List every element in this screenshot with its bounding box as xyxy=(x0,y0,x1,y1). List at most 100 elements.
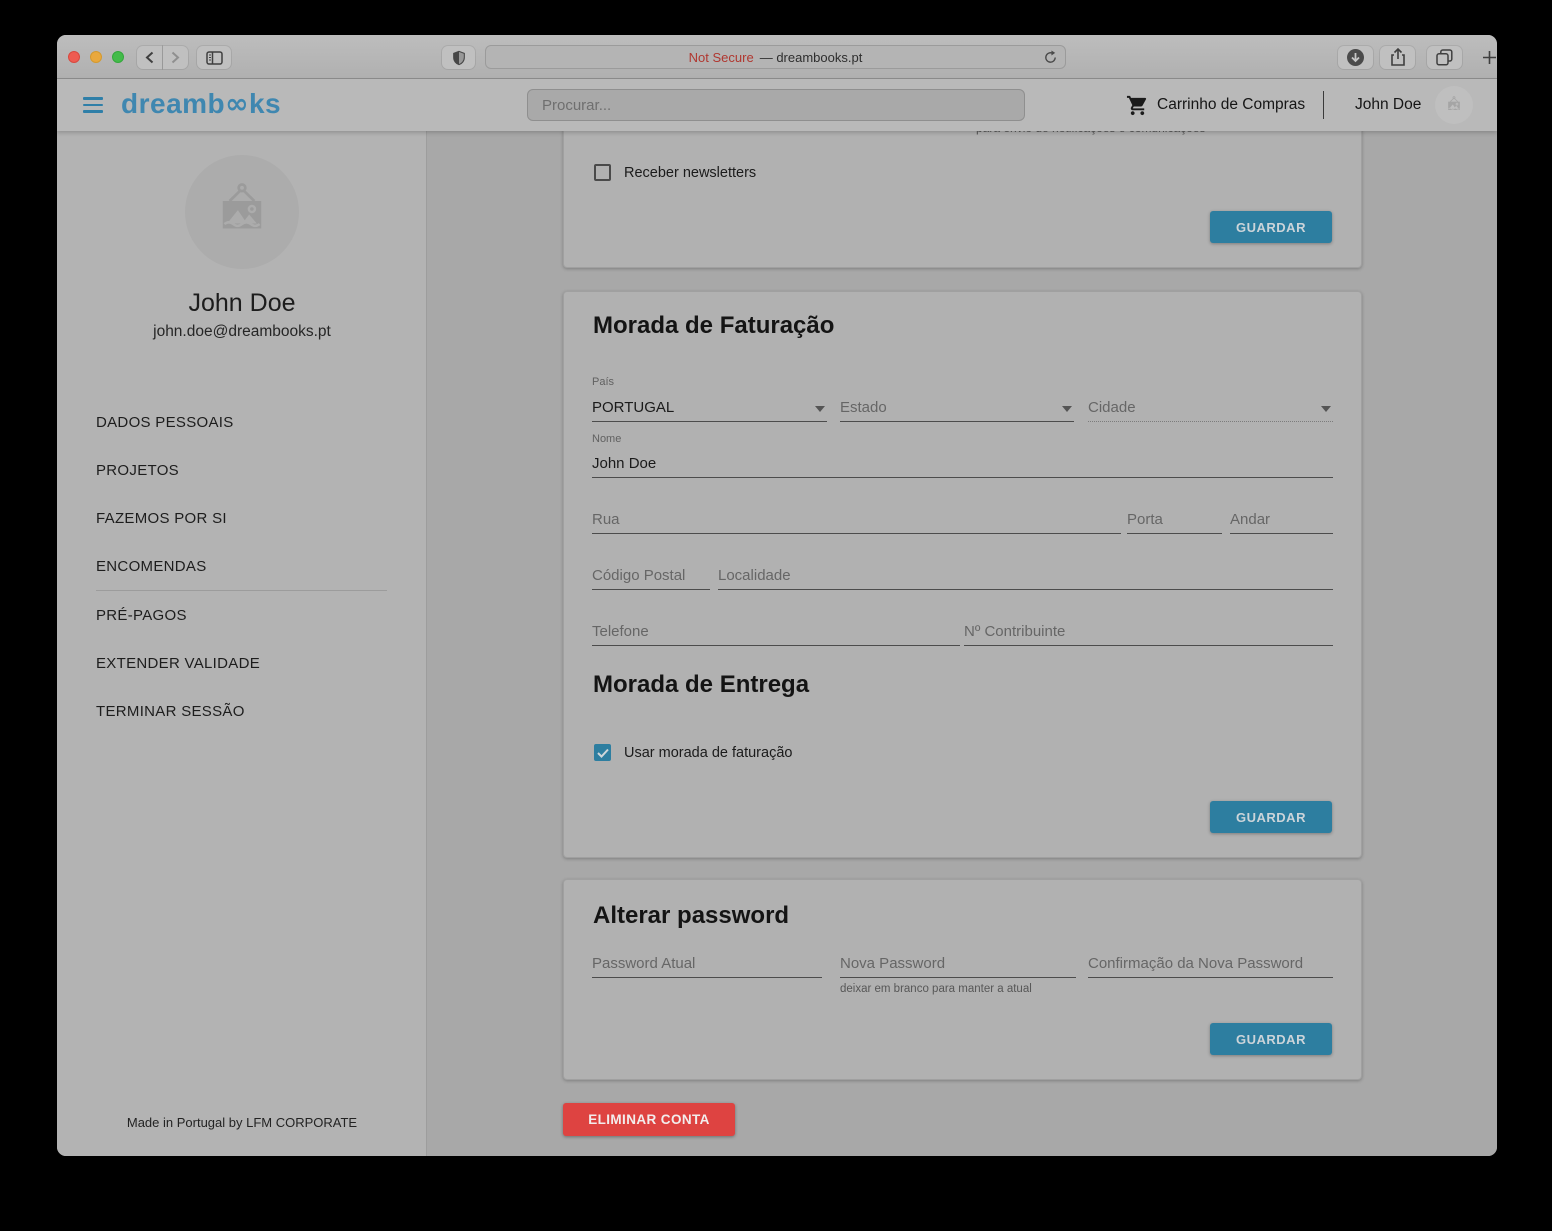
zoom-window-button[interactable] xyxy=(112,51,124,63)
sidebar-divider xyxy=(96,590,387,591)
cart-icon xyxy=(1126,94,1149,117)
save-button[interactable]: GUARDAR xyxy=(1210,801,1332,833)
browser-window: Not Secure — dreambooks.pt xyxy=(57,35,1497,1156)
porta-placeholder: Porta xyxy=(1127,511,1163,528)
sidebar-item-projetos[interactable]: PROJETOS xyxy=(96,462,388,482)
chevron-down-icon xyxy=(815,406,825,412)
reload-button[interactable] xyxy=(1043,50,1058,65)
cidade-placeholder: Cidade xyxy=(1088,399,1136,416)
rua-field[interactable]: Rua xyxy=(592,504,1121,534)
billing-title: Morada de Faturação xyxy=(593,312,834,340)
logo-infinity-glyph: ∞ xyxy=(225,87,249,120)
cidade-select[interactable]: Cidade xyxy=(1088,376,1333,422)
site-header: dreamb∞ks Carrinho de Compras John Doe xyxy=(57,79,1497,131)
avatar xyxy=(1435,86,1473,124)
reload-icon xyxy=(1043,50,1058,65)
back-button[interactable] xyxy=(137,46,162,69)
notifications-helper-text: para envio de notificações e comunicaçõe… xyxy=(976,131,1205,135)
use-billing-label: Usar morada de faturação xyxy=(624,745,792,761)
shield-icon xyxy=(451,49,467,67)
password-helper-text: deixar em branco para manter a atual xyxy=(840,983,1032,995)
sidebar-item-terminar-sessao[interactable]: TERMINAR SESSÃO xyxy=(96,703,388,723)
pais-value: PORTUGAL xyxy=(592,399,674,416)
codigo-postal-field[interactable]: Código Postal xyxy=(592,560,710,590)
andar-placeholder: Andar xyxy=(1230,511,1270,528)
address-bar[interactable]: Not Secure — dreambooks.pt xyxy=(485,45,1066,69)
url-host: — dreambooks.pt xyxy=(760,50,863,65)
andar-field[interactable]: Andar xyxy=(1230,504,1333,534)
sidebar-item-extender-validade[interactable]: EXTENDER VALIDADE xyxy=(96,655,388,675)
nome-field[interactable]: Nome John Doe xyxy=(592,433,1333,478)
contribuinte-field[interactable]: Nº Contribuinte xyxy=(964,616,1333,646)
profile-name: John Doe xyxy=(57,289,427,318)
user-name-label: John Doe xyxy=(1355,96,1421,114)
telefone-placeholder: Telefone xyxy=(592,623,649,640)
porta-field[interactable]: Porta xyxy=(1127,504,1222,534)
delete-account-button[interactable]: ELIMINAR CONTA xyxy=(563,1103,735,1136)
sidebar-item-dados-pessoais[interactable]: DADOS PESSOAIS xyxy=(96,414,388,434)
current-password-field[interactable]: Password Atual xyxy=(592,948,822,978)
nome-value: John Doe xyxy=(592,455,656,472)
image-placeholder-icon xyxy=(1444,95,1464,115)
sidebar-item-encomendas[interactable]: ENCOMENDAS xyxy=(96,558,388,578)
share-button[interactable] xyxy=(1380,46,1415,69)
sidebar-footer: Made in Portugal by LFM CORPORATE xyxy=(57,1115,427,1130)
use-billing-checkbox[interactable]: Usar morada de faturação xyxy=(594,744,792,761)
confirm-password-placeholder: Confirmação da Nova Password xyxy=(1088,955,1303,972)
close-window-button[interactable] xyxy=(68,51,80,63)
share-icon xyxy=(1390,48,1406,67)
chevron-down-icon xyxy=(1062,406,1072,412)
header-divider xyxy=(1323,91,1324,119)
chevron-down-icon xyxy=(1321,406,1331,412)
confirm-password-field[interactable]: Confirmação da Nova Password xyxy=(1088,948,1333,978)
billing-card: Morada de Faturação País PORTUGAL Estado… xyxy=(563,291,1362,858)
current-password-placeholder: Password Atual xyxy=(592,955,695,972)
logo[interactable]: dreamb∞ks xyxy=(121,87,281,120)
codigo-postal-placeholder: Código Postal xyxy=(592,567,685,584)
forward-button[interactable] xyxy=(163,46,188,69)
rua-placeholder: Rua xyxy=(592,511,620,528)
telefone-field[interactable]: Telefone xyxy=(592,616,960,646)
user-menu[interactable]: John Doe xyxy=(1355,79,1473,131)
sidebar-icon xyxy=(206,51,223,65)
localidade-field[interactable]: Localidade xyxy=(718,560,1333,590)
new-tab-button[interactable] xyxy=(1474,46,1497,69)
estado-placeholder: Estado xyxy=(840,399,887,416)
newsletter-card: para envio de notificações e comunicaçõe… xyxy=(563,131,1362,268)
plus-icon xyxy=(1482,50,1497,65)
profile-avatar xyxy=(185,155,299,269)
pais-select[interactable]: País PORTUGAL xyxy=(592,376,827,422)
pais-label: País xyxy=(592,376,614,388)
tabs-icon xyxy=(1436,49,1453,66)
sidebar-toggle-button[interactable] xyxy=(197,46,231,69)
cart-label: Carrinho de Compras xyxy=(1157,96,1305,114)
save-button[interactable]: GUARDAR xyxy=(1210,211,1332,243)
page-content: John Doe john.doe@dreambooks.pt DADOS PE… xyxy=(57,131,1497,1156)
privacy-shield-button[interactable] xyxy=(442,46,475,69)
sidebar-item-pre-pagos[interactable]: PRÉ-PAGOS xyxy=(96,607,388,627)
password-card: Alterar password Password Atual Nova Pas… xyxy=(563,879,1362,1080)
password-title: Alterar password xyxy=(593,902,789,930)
menu-button[interactable] xyxy=(83,97,103,113)
downloads-button[interactable] xyxy=(1338,46,1373,69)
sidebar-item-fazemos-por-si[interactable]: FAZEMOS POR SI xyxy=(96,510,388,530)
download-icon xyxy=(1346,48,1365,67)
estado-select[interactable]: Estado xyxy=(840,376,1074,422)
tab-overview-button[interactable] xyxy=(1427,46,1462,69)
new-password-field[interactable]: Nova Password xyxy=(840,948,1076,978)
save-button[interactable]: GUARDAR xyxy=(1210,1023,1332,1055)
chevron-right-icon xyxy=(171,51,180,64)
minimize-window-button[interactable] xyxy=(90,51,102,63)
browser-chrome: Not Secure — dreambooks.pt xyxy=(57,35,1497,79)
localidade-placeholder: Localidade xyxy=(718,567,791,584)
newsletter-checkbox[interactable]: Receber newsletters xyxy=(594,164,756,181)
search-input[interactable] xyxy=(527,89,1025,121)
checkbox-checked-icon xyxy=(594,744,611,761)
main-panel: para envio de notificações e comunicaçõe… xyxy=(428,131,1497,1156)
shipping-title: Morada de Entrega xyxy=(593,671,809,699)
newsletter-checkbox-label: Receber newsletters xyxy=(624,165,756,181)
cart-button[interactable]: Carrinho de Compras xyxy=(1126,79,1305,131)
nome-label: Nome xyxy=(592,433,621,445)
new-password-placeholder: Nova Password xyxy=(840,955,945,972)
contribuinte-placeholder: Nº Contribuinte xyxy=(964,623,1065,640)
